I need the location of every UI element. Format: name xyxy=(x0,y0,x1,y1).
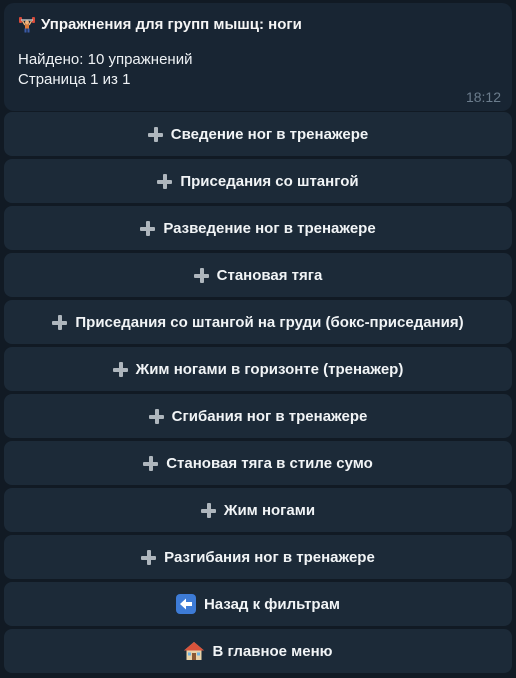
exercise-button-label: Разгибания ног в тренажере xyxy=(164,548,375,566)
page-indicator: Страница 1 из 1 xyxy=(18,71,131,88)
exercise-button-label: Приседания со штангой на груди (бокс-при… xyxy=(75,313,464,331)
exercise-button-label: Жим ногами xyxy=(223,501,316,519)
message-body: Найдено: 10 упражнений Страница 1 из 1 xyxy=(18,50,498,90)
back-to-filters-button[interactable]: Назад к фильтрам xyxy=(4,582,512,626)
exercise-button-label: Разведение ног в тренажере xyxy=(163,219,376,237)
exercise-button-label: Жим ногами в горизонте (тренажер) xyxy=(135,360,404,378)
exercise-button[interactable]: Разгибания ног в тренажере xyxy=(4,535,512,579)
main-menu-button-label: В главное меню xyxy=(212,642,333,660)
plus-icon xyxy=(200,502,216,518)
exercise-button[interactable]: Жим ногами xyxy=(4,488,512,532)
exercise-button[interactable]: Разведение ног в тренажере xyxy=(4,206,512,250)
plus-icon xyxy=(148,408,164,424)
message-title: Упражнения для групп мышц: ноги xyxy=(41,15,302,33)
exercise-button[interactable]: Жим ногами в горизонте (тренажер) xyxy=(4,347,512,391)
back-arrow-icon xyxy=(175,594,196,614)
exercise-button-label: Сведение ног в тренажере xyxy=(170,125,369,143)
exercise-button[interactable]: Сгибания ног в тренажере xyxy=(4,394,512,438)
exercise-button[interactable]: Сведение ног в тренажере xyxy=(4,112,512,156)
exercise-button[interactable]: Приседания со штангой xyxy=(4,159,512,203)
exercise-button-label: Сгибания ног в тренажере xyxy=(171,407,368,425)
plus-icon xyxy=(140,220,156,236)
plus-icon xyxy=(157,173,173,189)
plus-icon xyxy=(141,549,157,565)
plus-icon xyxy=(52,314,68,330)
exercise-button[interactable]: Становая тяга xyxy=(4,253,512,297)
house-icon xyxy=(183,641,205,661)
chat-area: Упражнения для групп мышц: ноги Найдено:… xyxy=(0,0,516,678)
exercise-button-label: Становая тяга xyxy=(216,266,323,284)
exercise-button[interactable]: Приседания со штангой на груди (бокс-при… xyxy=(4,300,512,344)
weight-lifter-icon xyxy=(18,15,36,33)
plus-icon xyxy=(112,361,128,377)
plus-icon xyxy=(143,455,159,471)
message-time: 18:12 xyxy=(465,89,501,105)
found-count: Найдено: 10 упражнений xyxy=(18,51,193,68)
exercise-button-label: Становая тяга в стиле сумо xyxy=(166,454,373,472)
plus-icon xyxy=(147,126,163,142)
main-menu-button[interactable]: В главное меню xyxy=(4,629,512,673)
exercise-button[interactable]: Становая тяга в стиле сумо xyxy=(4,441,512,485)
bot-message-bubble: Упражнения для групп мышц: ноги Найдено:… xyxy=(4,3,512,111)
exercise-button-label: Приседания со штангой xyxy=(180,172,359,190)
back-button-label: Назад к фильтрам xyxy=(203,595,341,613)
plus-icon xyxy=(193,267,209,283)
message-title-row: Упражнения для групп мышц: ноги xyxy=(18,13,498,35)
